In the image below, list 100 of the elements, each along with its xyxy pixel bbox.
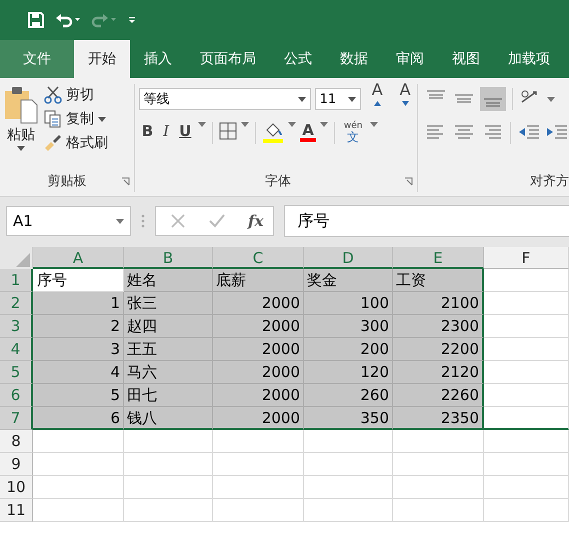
column-header[interactable]: C — [213, 247, 304, 269]
row-header[interactable]: 5 — [0, 361, 33, 384]
table-cell: 4 — [33, 361, 124, 384]
caret-icon — [116, 218, 124, 224]
corner-triangle-icon — [16, 253, 30, 267]
clipboard-icon — [4, 86, 38, 124]
borders-icon[interactable] — [219, 122, 238, 140]
row-header[interactable]: 8 — [0, 430, 33, 453]
ribbon-tab[interactable]: 开始 — [74, 40, 130, 78]
ribbon-tab[interactable]: 数据 — [326, 40, 382, 78]
bottom-align-icon[interactable] — [480, 87, 506, 111]
shrink-font-button[interactable]: A — [393, 80, 417, 118]
caret-icon[interactable] — [320, 122, 328, 127]
table-cell: 张三 — [124, 292, 213, 315]
caret-icon[interactable] — [547, 96, 555, 102]
copy-button[interactable]: 复制 — [42, 108, 110, 130]
table-cell: 3 — [33, 338, 124, 361]
table-cell: 100 — [304, 292, 393, 315]
table-cell: 120 — [304, 361, 393, 384]
brush-icon — [44, 134, 62, 152]
row-header[interactable]: 10 — [0, 476, 33, 499]
table-cell: 2 — [33, 315, 124, 338]
table-cell: 奖金 — [304, 269, 393, 292]
table-cell: 姓名 — [124, 269, 213, 292]
row-header[interactable]: 3 — [0, 315, 33, 338]
bold-button[interactable]: B — [138, 122, 156, 140]
table-cell: 260 — [304, 384, 393, 407]
name-box[interactable]: A1 — [6, 206, 131, 236]
row-header[interactable]: 4 — [0, 338, 33, 361]
caret-icon[interactable] — [370, 122, 378, 127]
column-header[interactable]: A — [33, 247, 124, 269]
table-cell: 2000 — [213, 315, 304, 338]
row-header[interactable]: 6 — [0, 384, 33, 407]
font-name-field[interactable]: 等线 — [138, 88, 311, 110]
table-cell: 350 — [304, 407, 393, 430]
table-cell: 底薪 — [213, 269, 304, 292]
caret-icon[interactable] — [288, 122, 296, 127]
group-label: 对齐方 — [530, 173, 569, 190]
row-header[interactable]: 2 — [0, 292, 33, 315]
column-header[interactable]: B — [124, 247, 213, 269]
group-label: 字体 — [264, 173, 291, 190]
insert-function-button[interactable]: fx — [248, 212, 264, 230]
caret-icon — [98, 116, 106, 122]
font-size-field[interactable]: 11 — [314, 88, 362, 110]
table-cell: 2350 — [393, 407, 484, 430]
ribbon-tab[interactable]: 公式 — [270, 40, 326, 78]
row-header[interactable]: 11 — [0, 499, 33, 522]
ribbon-tab[interactable]: 页面布局 — [186, 40, 270, 78]
ribbon-tab[interactable]: 插入 — [130, 40, 186, 78]
table-cell: 王五 — [124, 338, 213, 361]
caret-icon[interactable] — [241, 122, 250, 127]
column-header[interactable]: E — [393, 247, 484, 269]
font-color-button[interactable]: A — [300, 122, 316, 142]
ribbon-tab[interactable]: 视图 — [438, 40, 494, 78]
formula-field[interactable]: 序号 — [284, 205, 569, 237]
save-icon[interactable] — [27, 11, 45, 29]
undo-icon[interactable] — [55, 12, 81, 28]
ribbon-tab[interactable]: 加载项 — [494, 40, 564, 78]
table-cell: 2000 — [213, 292, 304, 315]
column-header[interactable]: D — [304, 247, 393, 269]
table-cell: 钱八 — [124, 407, 213, 430]
fill-color-icon[interactable] — [262, 122, 284, 144]
check-icon[interactable] — [208, 213, 226, 229]
cut-button[interactable]: 剪切 — [42, 84, 110, 106]
row-header[interactable]: 1 — [0, 269, 33, 292]
phonetic-button[interactable]: wén 文 — [340, 122, 366, 143]
caret-icon — [348, 96, 356, 102]
grow-font-button[interactable]: A — [365, 80, 390, 118]
table-cell: 2000 — [213, 407, 304, 430]
paste-button[interactable]: 粘贴 — [0, 84, 42, 170]
table-cell: 1 — [33, 292, 124, 315]
copy-icon — [44, 110, 62, 128]
dialog-launcher-icon[interactable] — [404, 177, 413, 186]
ribbon-tab[interactable]: 审阅 — [382, 40, 438, 78]
group-label: 剪贴板 — [47, 173, 86, 190]
table-cell: 马六 — [124, 361, 213, 384]
table-cell: 田七 — [124, 384, 213, 407]
table-cell: 2100 — [393, 292, 484, 315]
row-header[interactable]: 7 — [0, 407, 33, 430]
customize-icon[interactable] — [127, 15, 137, 25]
dialog-launcher-icon[interactable] — [120, 177, 130, 186]
italic-button[interactable]: I — [160, 122, 172, 140]
column-header[interactable]: F — [484, 247, 569, 269]
table-cell: 2200 — [393, 338, 484, 361]
grip-icon — [141, 213, 145, 229]
file-tab[interactable]: 文件 — [0, 40, 74, 78]
caret-icon[interactable] — [198, 122, 206, 127]
table-cell: 2000 — [213, 361, 304, 384]
underline-button[interactable]: U — [176, 122, 194, 140]
down-triangle-icon — [402, 101, 409, 106]
table-cell: 200 — [304, 338, 393, 361]
table-cell: 赵四 — [124, 315, 213, 338]
up-triangle-icon — [374, 101, 381, 106]
table-cell: 2300 — [393, 315, 484, 338]
table-cell: 序号 — [33, 269, 124, 292]
table-cell: 300 — [304, 315, 393, 338]
table-cell: 2120 — [393, 361, 484, 384]
table-cell: 2000 — [213, 338, 304, 361]
row-header[interactable]: 9 — [0, 453, 33, 476]
format-painter-button[interactable]: 格式刷 — [42, 132, 110, 154]
